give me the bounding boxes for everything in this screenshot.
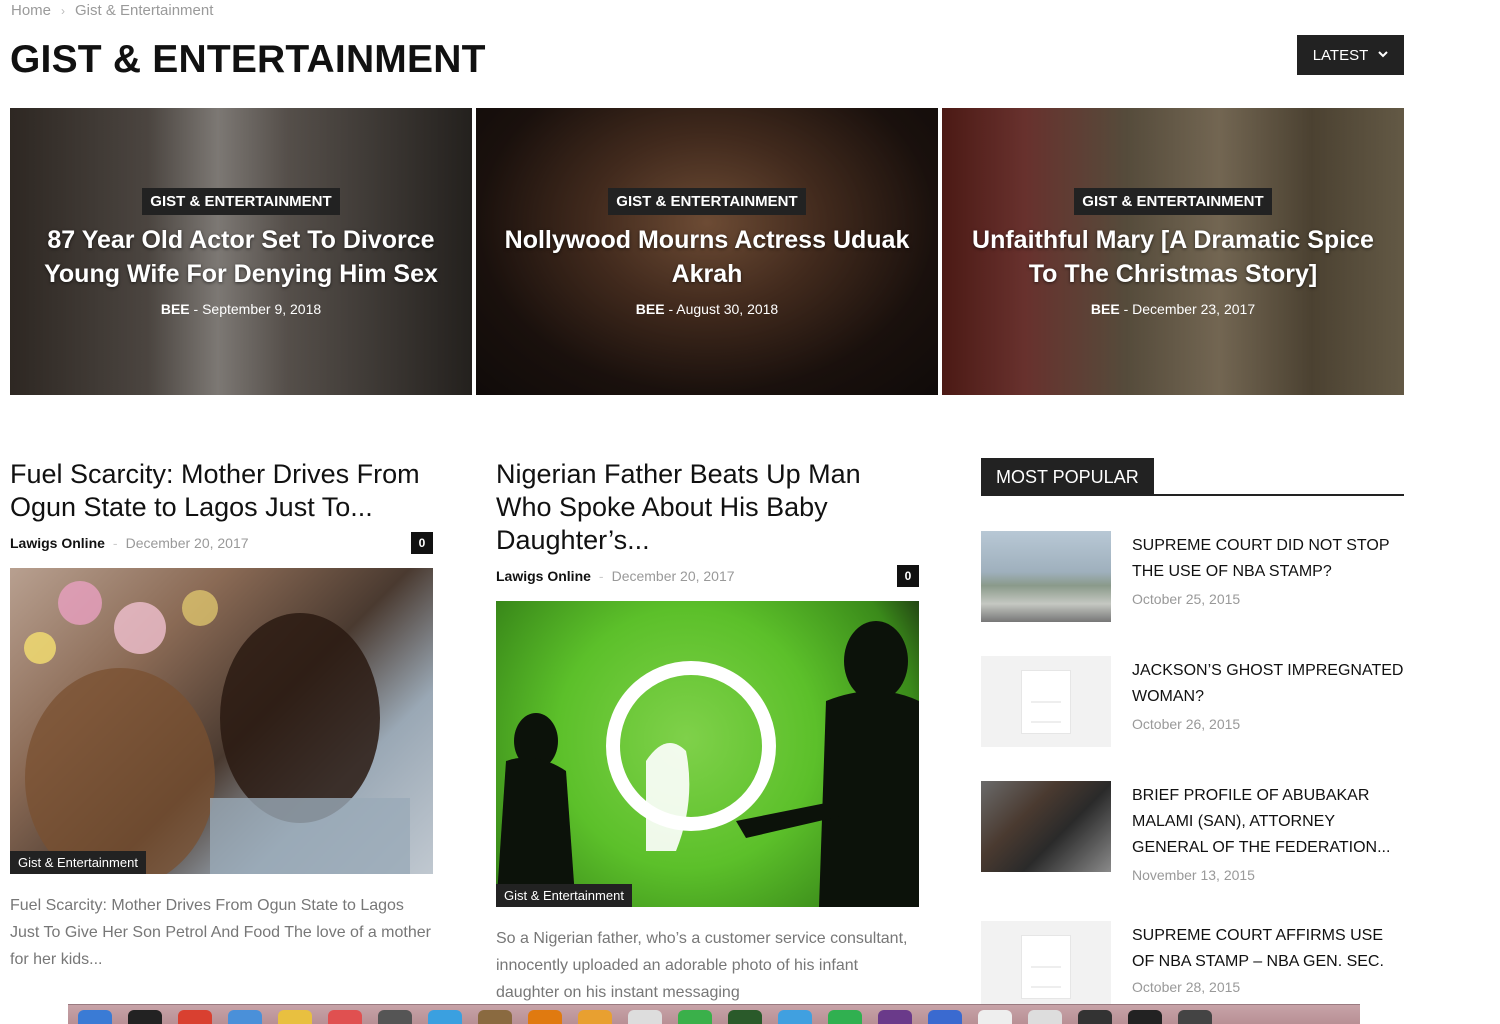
- sort-dropdown-label: LATEST: [1312, 46, 1369, 64]
- featured-date: September 9, 2018: [202, 301, 322, 317]
- featured-title[interactable]: Nollywood Mourns Actress Uduak Akrah: [476, 223, 938, 291]
- article-meta: Lawigs Online - December 20, 2017 0: [10, 530, 433, 556]
- widget-header: MOST POPULAR: [981, 458, 1404, 496]
- featured-meta: BEE - September 9, 2018: [10, 301, 472, 317]
- featured-post-2[interactable]: GIST & ENTERTAINMENT Nollywood Mourns Ac…: [476, 108, 938, 395]
- dock-app-icon[interactable]: [478, 1010, 512, 1024]
- article-excerpt: Fuel Scarcity: Mother Drives From Ogun S…: [10, 897, 431, 968]
- popular-thumbnail[interactable]: [981, 531, 1111, 622]
- page-title: GIST & ENTERTAINMENT: [10, 38, 486, 81]
- popular-title[interactable]: SUPREME COURT AFFIRMS USE OF NBA STAMP –…: [1132, 923, 1404, 975]
- dock-app-icon[interactable]: [978, 1010, 1012, 1024]
- document-placeholder-icon: [1021, 669, 1071, 734]
- popular-date: October 25, 2015: [1132, 591, 1241, 607]
- popular-date: October 26, 2015: [1132, 716, 1241, 732]
- sort-dropdown-button[interactable]: LATEST: [1297, 35, 1404, 75]
- dock-app-icon[interactable]: [878, 1010, 912, 1024]
- featured-title[interactable]: Unfaithful Mary [A Dramatic Spice To The…: [942, 223, 1404, 291]
- meta-separator: -: [1123, 301, 1129, 317]
- article-author[interactable]: Lawigs Online: [496, 568, 591, 584]
- dock-app-icon[interactable]: [378, 1010, 412, 1024]
- dock-app-icon[interactable]: [228, 1010, 262, 1024]
- meta-separator: -: [193, 301, 199, 317]
- dock-app-icon[interactable]: [628, 1010, 662, 1024]
- popular-title[interactable]: BRIEF PROFILE OF ABUBAKAR MALAMI (SAN), …: [1132, 783, 1404, 861]
- popular-title[interactable]: JACKSON’s GHOST IMPREGNATED WOMAN?: [1132, 658, 1404, 710]
- comment-count-badge[interactable]: 0: [897, 565, 919, 587]
- popular-item[interactable]: JACKSON’s GHOST IMPREGNATED WOMAN? Octob…: [981, 656, 1404, 766]
- widget-title: MOST POPULAR: [981, 458, 1154, 496]
- dock-app-icon[interactable]: [928, 1010, 962, 1024]
- featured-post-3[interactable]: GIST & ENTERTAINMENT Unfaithful Mary [A …: [942, 108, 1404, 395]
- dock-app-icon[interactable]: [528, 1010, 562, 1024]
- dock-app-icon[interactable]: [728, 1010, 762, 1024]
- dock-app-icon[interactable]: [278, 1010, 312, 1024]
- featured-category[interactable]: GIST & ENTERTAINMENT: [608, 188, 806, 215]
- dock-app-icon[interactable]: [578, 1010, 612, 1024]
- featured-title[interactable]: 87 Year Old Actor Set To Divorce Young W…: [10, 223, 472, 291]
- dock-app-icon[interactable]: [1178, 1010, 1212, 1024]
- dock-app-icon[interactable]: [328, 1010, 362, 1024]
- breadcrumb-current[interactable]: Gist & Entertainment: [75, 2, 213, 19]
- dock-app-icon[interactable]: [78, 1010, 112, 1024]
- dock-app-icon[interactable]: [778, 1010, 812, 1024]
- featured-post-1[interactable]: GIST & ENTERTAINMENT 87 Year Old Actor S…: [10, 108, 472, 395]
- featured-meta: BEE - August 30, 2018: [476, 301, 938, 317]
- featured-category[interactable]: GIST & ENTERTAINMENT: [1074, 188, 1272, 215]
- featured-author[interactable]: BEE: [636, 301, 665, 317]
- article-card: Nigerian Father Beats Up Man Who Spoke A…: [496, 458, 919, 1006]
- dock-app-icon[interactable]: [128, 1010, 162, 1024]
- breadcrumb-home-link[interactable]: Home: [11, 2, 51, 19]
- category-tag[interactable]: Gist & Entertainment: [496, 884, 632, 907]
- article-author[interactable]: Lawigs Online: [10, 535, 105, 551]
- comment-count-badge[interactable]: 0: [411, 532, 433, 554]
- dock-app-icon[interactable]: [828, 1010, 862, 1024]
- featured-author[interactable]: BEE: [1091, 301, 1120, 317]
- article-date: December 20, 2017: [125, 535, 249, 551]
- featured-date: August 30, 2018: [676, 301, 779, 317]
- dock-app-icon[interactable]: [428, 1010, 462, 1024]
- article-excerpt: So a Nigerian father, who’s a customer s…: [496, 930, 908, 1001]
- featured-meta: BEE - December 23, 2017: [942, 301, 1404, 317]
- dock: [68, 1004, 1360, 1024]
- article-image[interactable]: Gist & Entertainment: [10, 568, 433, 874]
- article-meta: Lawigs Online - December 20, 2017 0: [496, 563, 919, 589]
- popular-title[interactable]: SUPREME COURT DID NOT STOP THE USE OF NB…: [1132, 533, 1404, 585]
- chevron-down-icon: [1378, 49, 1388, 61]
- popular-thumbnail[interactable]: [981, 656, 1111, 747]
- category-tag[interactable]: Gist & Entertainment: [10, 851, 146, 874]
- dock-app-icon[interactable]: [1028, 1010, 1062, 1024]
- breadcrumb-separator: ›: [61, 3, 66, 18]
- popular-thumbnail[interactable]: [981, 921, 1111, 1012]
- popular-thumbnail[interactable]: [981, 781, 1111, 872]
- featured-date: December 23, 2017: [1132, 301, 1256, 317]
- dock-app-icon[interactable]: [678, 1010, 712, 1024]
- featured-author[interactable]: BEE: [161, 301, 190, 317]
- document-placeholder-icon: [1021, 934, 1071, 999]
- article-title[interactable]: Nigerian Father Beats Up Man Who Spoke A…: [496, 458, 919, 557]
- article-title[interactable]: Fuel Scarcity: Mother Drives From Ogun S…: [10, 458, 433, 524]
- dock-app-icon[interactable]: [1128, 1010, 1162, 1024]
- popular-date: October 28, 2015: [1132, 979, 1241, 995]
- popular-item[interactable]: BRIEF PROFILE OF ABUBAKAR MALAMI (SAN), …: [981, 781, 1404, 911]
- dock-app-icon[interactable]: [1078, 1010, 1112, 1024]
- most-popular-widget: MOST POPULAR SUPREME COURT DID NOT STOP …: [981, 458, 1404, 1012]
- featured-category[interactable]: GIST & ENTERTAINMENT: [142, 188, 340, 215]
- breadcrumb: Home › Gist & Entertainment: [11, 2, 213, 19]
- article-card: Fuel Scarcity: Mother Drives From Ogun S…: [10, 458, 433, 973]
- popular-item[interactable]: SUPREME COURT DID NOT STOP THE USE OF NB…: [981, 531, 1404, 641]
- meta-separator: -: [668, 301, 674, 317]
- dock-app-icon[interactable]: [178, 1010, 212, 1024]
- meta-separator: -: [112, 535, 118, 551]
- popular-date: November 13, 2015: [1132, 867, 1255, 883]
- article-image[interactable]: Gist & Entertainment: [496, 601, 919, 907]
- article-date: December 20, 2017: [611, 568, 735, 584]
- meta-separator: -: [598, 568, 604, 584]
